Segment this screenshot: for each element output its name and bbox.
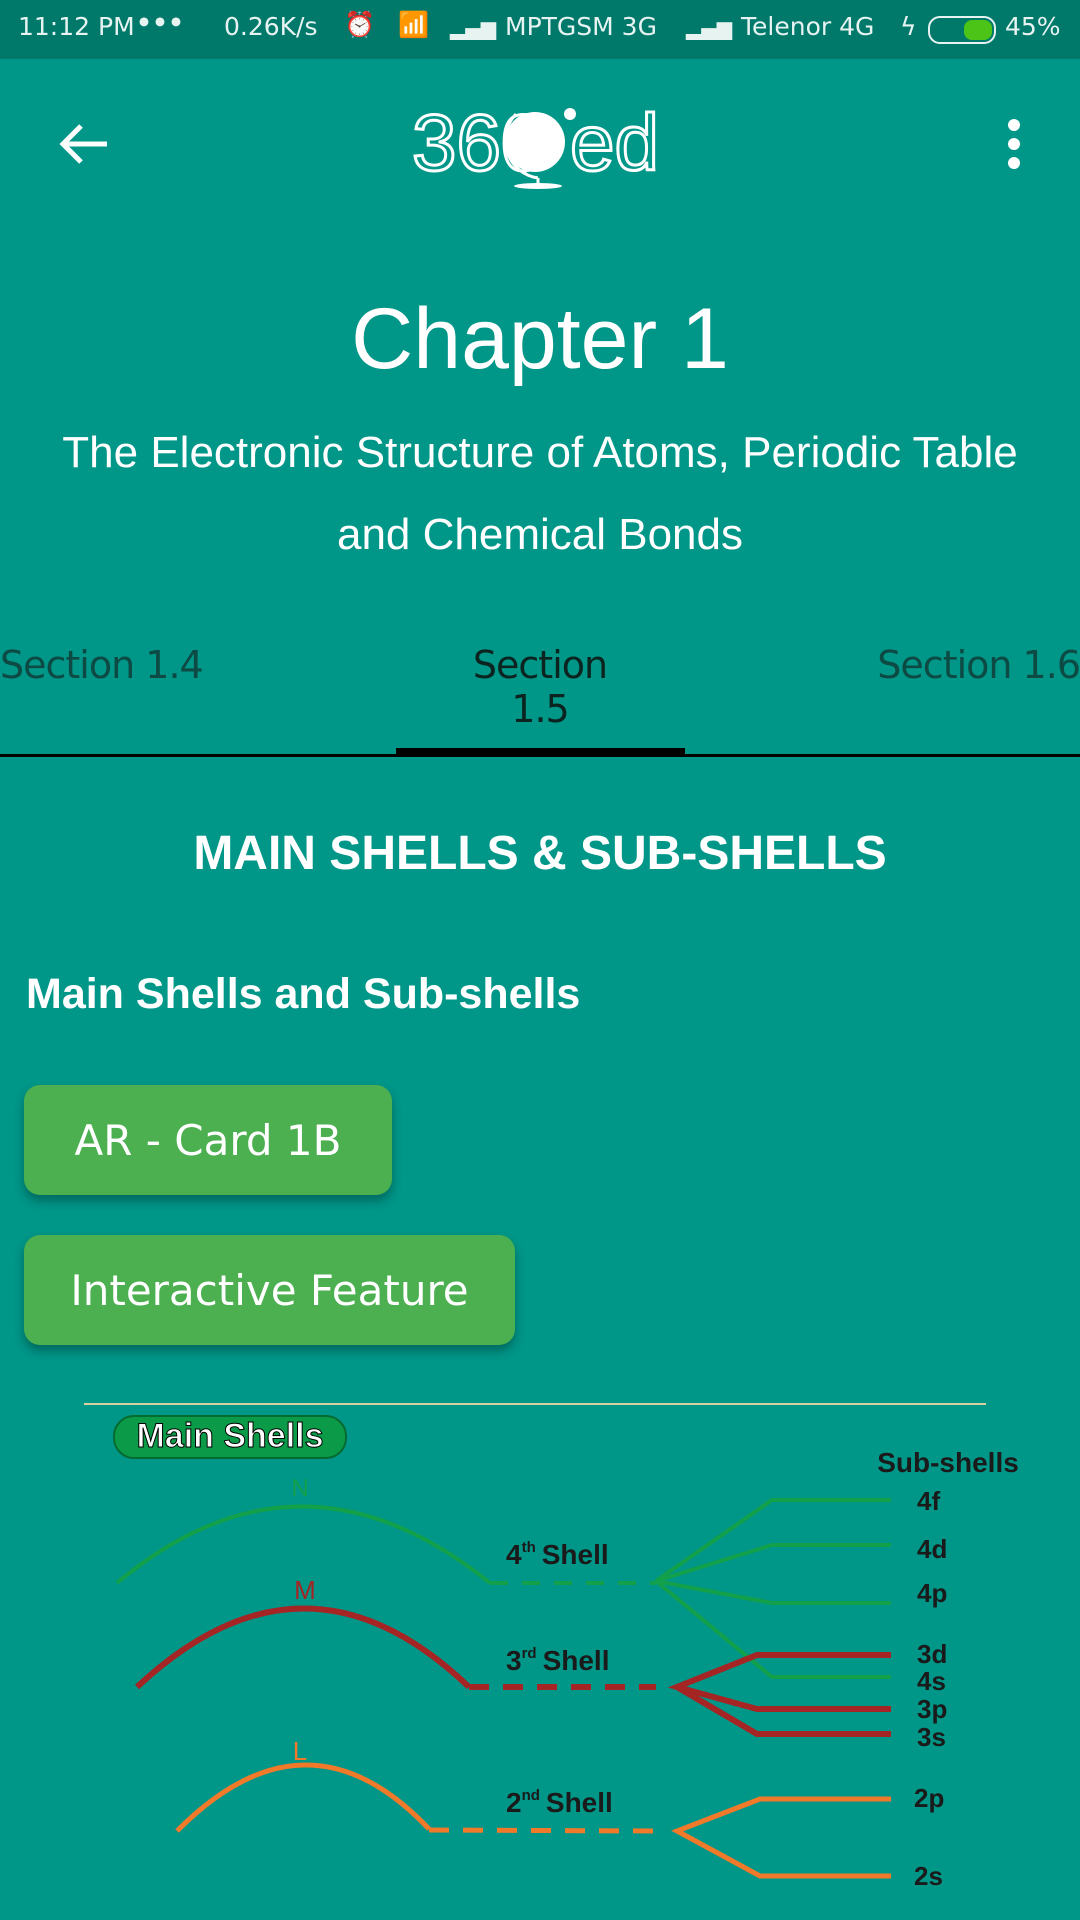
shell-n-arc xyxy=(115,1504,492,1585)
battery-percent: 45% xyxy=(1005,12,1061,41)
shell-2-label: 2nd Shell xyxy=(506,1787,613,1818)
status-time: 11:12 PM xyxy=(18,12,135,41)
charging-icon: ϟ xyxy=(900,12,917,41)
shell-l-arc xyxy=(175,1762,431,1833)
subshell-4f: 4f xyxy=(917,1486,940,1516)
back-button[interactable] xyxy=(44,104,124,184)
battery-icon xyxy=(928,16,996,44)
shell-l xyxy=(175,1762,891,1879)
shell-n xyxy=(115,1498,891,1679)
notification-more-icon: ••• xyxy=(136,8,184,37)
shell-4-label: 4th Shell xyxy=(506,1539,609,1570)
shell-n-letter: N xyxy=(291,1475,308,1502)
carrier-2: Telenor 4G xyxy=(741,12,875,41)
interactive-feature-button[interactable]: Interactive Feature xyxy=(24,1235,515,1345)
wifi-icon: 📶 xyxy=(398,10,430,39)
tab-section-1-5[interactable]: Section 1.5 xyxy=(440,643,640,731)
shell-l-letter: L xyxy=(293,1736,307,1766)
subshell-3s: 3s xyxy=(917,1722,946,1752)
chapter-subtitle-line2: and Chemical Bonds xyxy=(336,510,743,559)
tab-active-indicator xyxy=(396,748,685,757)
tab-section-1-6[interactable]: Section 1.6 xyxy=(877,643,1080,687)
ar-card-button[interactable]: AR - Card 1B xyxy=(24,1085,392,1195)
subshell-2s: 2s xyxy=(914,1861,943,1891)
app-logo: 360 ed xyxy=(410,96,670,192)
subshell-4f-4d-lines xyxy=(654,1498,891,1583)
subshell-3p: 3p xyxy=(917,1694,947,1724)
shell-l-dash xyxy=(428,1827,654,1834)
network-speed: 0.26K/s xyxy=(224,12,318,41)
logo-text-right: ed xyxy=(570,98,659,187)
alarm-icon: ⏰ xyxy=(344,10,376,39)
signal-icon: ▂▄▆ xyxy=(450,16,497,40)
subshell-2p-2s-lines xyxy=(671,1796,891,1879)
carrier-1: MPTGSM 3G xyxy=(505,12,657,41)
shell-m-letter: M xyxy=(294,1575,316,1605)
subshell-4p-4s-lines xyxy=(654,1579,891,1679)
subshells-title: Sub-shells xyxy=(877,1447,1019,1478)
shell-3-label: 3rd Shell xyxy=(506,1645,610,1676)
shell-m-arc xyxy=(134,1605,472,1690)
chapter-title: Chapter 1 xyxy=(351,291,729,387)
chapter-subtitle-line1: The Electronic Structure of Atoms, Perio… xyxy=(62,428,1018,477)
more-vert-icon xyxy=(1008,119,1020,169)
status-bar: 11:12 PM ••• 0.26K/s ⏰ 📶 ▂▄▆ MPTGSM 3G ▂… xyxy=(0,0,1080,59)
subshell-4p: 4p xyxy=(917,1578,947,1608)
shells-diagram: Main Shells Sub-shells N 4th Shell M 3rd S… xyxy=(84,1403,1019,1891)
subshell-4s: 4s xyxy=(917,1666,946,1696)
main-shells-badge-text: Main Shells xyxy=(136,1417,323,1455)
signal-icon: ▂▄▆ xyxy=(686,16,733,40)
subshell-2p: 2p xyxy=(914,1783,944,1813)
arrow-left-icon xyxy=(59,124,107,164)
subshell-3d: 3d xyxy=(917,1639,947,1669)
section-subheading: Main Shells and Sub-shells xyxy=(26,970,581,1018)
subshell-3d-3p-lines xyxy=(667,1652,891,1712)
subshell-4d: 4d xyxy=(917,1534,947,1564)
section-heading: MAIN SHELLS & SUB-SHELLS xyxy=(193,827,887,880)
overflow-menu-button[interactable] xyxy=(974,104,1054,184)
tab-section-1-4[interactable]: Section 1.4 xyxy=(0,643,204,687)
